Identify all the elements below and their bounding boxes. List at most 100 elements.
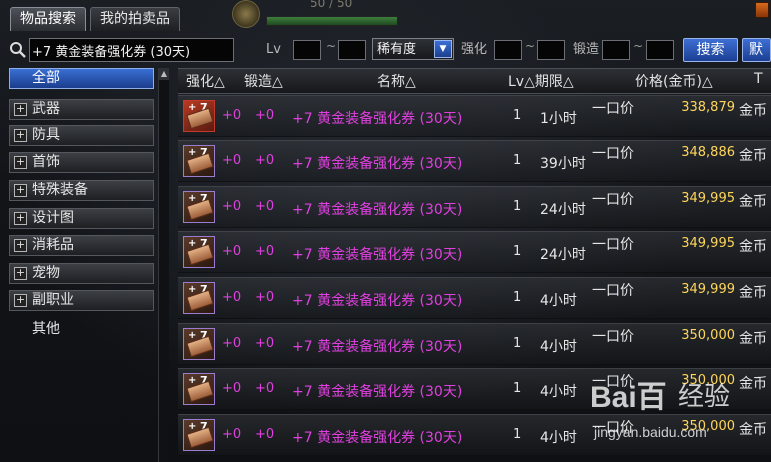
forge-range-tilde: ~ <box>633 39 644 53</box>
tab-item-search[interactable]: 物品搜索 <box>10 7 86 31</box>
expand-plus-icon[interactable]: + <box>14 184 27 197</box>
forge-min-input[interactable] <box>602 40 630 60</box>
column-lv-period[interactable]: Lv△期限△ <box>508 71 574 91</box>
default-button[interactable]: 默 <box>742 38 771 62</box>
search-button[interactable]: 搜索 <box>683 38 738 62</box>
sidebar-item-weapon[interactable]: + 武器 <box>9 99 154 120</box>
price-unit: 金币 <box>739 148 767 164</box>
lv-min-input[interactable] <box>293 40 321 60</box>
search-input[interactable] <box>29 38 234 62</box>
price-unit: 金币 <box>739 376 767 392</box>
enhance-value: +0 <box>222 427 242 442</box>
sidebar-item-label: 首饰 <box>32 154 60 170</box>
forge-max-input[interactable] <box>646 40 674 60</box>
sidebar-item-sub-profession[interactable]: + 副职业 <box>9 290 154 311</box>
expand-plus-icon[interactable]: + <box>14 103 27 116</box>
enhance-min-input[interactable] <box>494 40 522 60</box>
forge-value: +0 <box>255 199 275 214</box>
enhance-ticket-icon: +7 <box>183 191 215 223</box>
price-value: 349,995 <box>681 191 735 206</box>
price-value: 348,886 <box>681 145 735 160</box>
lv-max-input[interactable] <box>338 40 366 60</box>
table-row[interactable]: +7 +0 +0 +7 黄金装备强化券 (30天) 1 4小时 一口价 349,… <box>178 277 771 319</box>
expand-plus-icon[interactable]: + <box>14 212 27 225</box>
forge-value: +0 <box>255 244 275 259</box>
price-value: 349,999 <box>681 282 735 297</box>
expand-plus-icon[interactable]: + <box>14 267 27 280</box>
expand-plus-icon[interactable]: + <box>14 239 27 252</box>
enhance-value: +0 <box>222 381 242 396</box>
corner-menu-icon[interactable] <box>755 2 769 18</box>
enhance-max-input[interactable] <box>537 40 565 60</box>
column-name[interactable]: 名称△ <box>377 71 416 91</box>
item-name: +7 黄金装备强化券 (30天) <box>292 156 463 172</box>
item-level: 1 <box>513 290 522 305</box>
item-level: 1 <box>513 427 522 442</box>
table-row[interactable]: +7 +0 +0 +7 黄金装备强化券 (30天) 1 39小时 一口价 348… <box>178 140 771 182</box>
rarity-select-value: 稀有度 <box>377 42 417 57</box>
rarity-select[interactable]: 稀有度 ▼ <box>372 38 454 60</box>
item-name: +7 黄金装备强化券 (30天) <box>292 339 463 355</box>
enhance-value: +0 <box>222 199 242 214</box>
table-row[interactable]: +7 +0 +0 +7 黄金装备强化券 (30天) 1 4小时 一口价 350,… <box>178 368 771 410</box>
chevron-down-icon[interactable]: ▼ <box>434 40 452 58</box>
enhance-ticket-icon: +7 <box>183 145 215 177</box>
sidebar-item-other[interactable]: 其他 <box>9 319 154 340</box>
item-level: 1 <box>513 153 522 168</box>
hp-bar <box>266 16 398 26</box>
time-left: 4小时 <box>540 339 577 355</box>
item-name: +7 黄金装备强化券 (30天) <box>292 293 463 309</box>
price-unit: 金币 <box>739 103 767 119</box>
time-left: 24小时 <box>540 247 586 263</box>
table-row[interactable]: +7 +0 +0 +7 黄金装备强化券 (30天) 1 1小时 一口价 338,… <box>178 95 771 137</box>
item-name: +7 黄金装备强化券 (30天) <box>292 247 463 263</box>
time-left: 1小时 <box>540 111 577 127</box>
lv-range-tilde: ~ <box>326 39 337 53</box>
enhance-ticket-icon: +7 <box>183 328 215 360</box>
sidebar-item-all[interactable]: 全部 <box>9 68 154 89</box>
scroll-up-icon[interactable]: ▲ <box>159 68 169 80</box>
table-row[interactable]: +7 +0 +0 +7 黄金装备强化券 (30天) 1 24小时 一口价 349… <box>178 231 771 273</box>
sidebar-item-special-equipment[interactable]: + 特殊装备 <box>9 180 154 201</box>
result-list: +7 +0 +0 +7 黄金装备强化券 (30天) 1 1小时 一口价 338,… <box>178 95 771 462</box>
expand-plus-icon[interactable]: + <box>14 156 27 169</box>
table-row[interactable]: +7 +0 +0 +7 黄金装备强化券 (30天) 1 4小时 一口价 350,… <box>178 323 771 365</box>
price-type: 一口价 <box>592 101 634 117</box>
enhance-value: +0 <box>222 336 242 351</box>
expand-plus-icon[interactable]: + <box>14 294 27 307</box>
auction-window: 物品搜索 我的拍卖品 50 / 50 Lv ~ 稀有度 ▼ 强化 ~ 锻造 ~ … <box>0 0 771 462</box>
tab-bar: 物品搜索 我的拍卖品 <box>10 7 180 32</box>
sidebar-item-pet[interactable]: + 宠物 <box>9 263 154 284</box>
time-left: 24小时 <box>540 202 586 218</box>
price-type: 一口价 <box>592 329 634 345</box>
search-bar: Lv ~ 稀有度 ▼ 强化 ~ 锻造 ~ 搜索 默 <box>0 38 771 64</box>
price-type: 一口价 <box>592 192 634 208</box>
table-row[interactable]: +7 +0 +0 +7 黄金装备强化券 (30天) 1 24小时 一口价 349… <box>178 186 771 228</box>
column-price[interactable]: 价格(金币)△ <box>635 71 713 91</box>
sidebar-item-jewelry[interactable]: + 首饰 <box>9 152 154 173</box>
expand-plus-icon[interactable]: + <box>14 129 27 142</box>
item-name: +7 黄金装备强化券 (30天) <box>292 430 463 446</box>
sidebar-item-armor[interactable]: + 防具 <box>9 125 154 146</box>
sidebar-item-blueprint[interactable]: + 设计图 <box>9 208 154 229</box>
sidebar-item-label: 副职业 <box>32 292 74 308</box>
sidebar-item-label: 全部 <box>32 70 60 86</box>
sidebar-item-label: 消耗品 <box>32 237 74 253</box>
lv-label: Lv <box>266 42 281 57</box>
tab-my-auctions[interactable]: 我的拍卖品 <box>90 7 180 31</box>
time-left: 4小时 <box>540 384 577 400</box>
price-unit: 金币 <box>739 239 767 255</box>
column-extra[interactable]: T <box>754 71 763 87</box>
time-left: 39小时 <box>540 156 586 172</box>
sidebar-item-label: 特殊装备 <box>32 182 88 198</box>
column-enhance[interactable]: 强化△ <box>186 71 225 91</box>
forge-value: +0 <box>255 108 275 123</box>
sidebar-scrollbar[interactable]: ▲ <box>158 68 169 462</box>
enhance-value: +0 <box>222 244 242 259</box>
portrait-frame <box>232 0 260 28</box>
enhance-label: 强化 <box>461 42 488 57</box>
table-row[interactable]: +7 +0 +0 +7 黄金装备强化券 (30天) 1 4小时 一口价 350,… <box>178 414 771 456</box>
sidebar-item-consumable[interactable]: + 消耗品 <box>9 235 154 256</box>
column-forge[interactable]: 锻造△ <box>244 71 283 91</box>
forge-label: 锻造 <box>573 42 600 57</box>
